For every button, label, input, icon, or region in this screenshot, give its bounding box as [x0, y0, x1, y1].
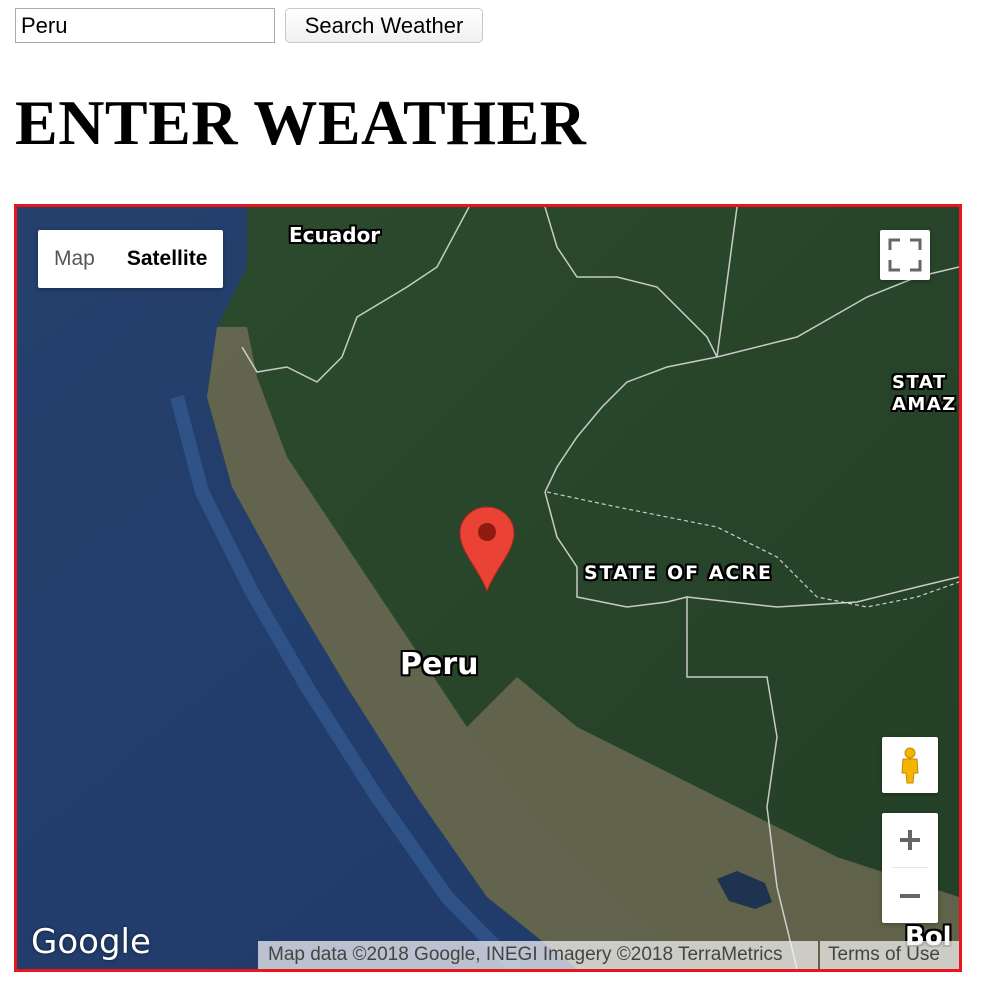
- zoom-divider: [892, 867, 928, 868]
- search-input[interactable]: [15, 8, 275, 43]
- google-logo[interactable]: Google: [31, 922, 151, 962]
- zoom-out-button[interactable]: [882, 869, 938, 923]
- minus-icon: [900, 894, 920, 898]
- zoom-in-button[interactable]: [882, 813, 938, 867]
- map-label-ecuador: Ecuador: [289, 223, 381, 247]
- plus-icon: [900, 830, 920, 850]
- map-attribution: Map data ©2018 Google, INEGI Imagery ©20…: [258, 941, 818, 969]
- map-label-peru: Peru: [400, 647, 479, 682]
- map-label-amazonas: STAT AMAZ: [892, 372, 957, 416]
- zoom-control: [882, 813, 938, 923]
- map-type-control: Map Satellite: [38, 230, 224, 288]
- fullscreen-icon: [888, 238, 922, 272]
- page-title: ENTER WEATHER: [15, 87, 587, 158]
- terms-of-use-link[interactable]: Terms of Use: [820, 941, 959, 969]
- map-type-satellite-button[interactable]: Satellite: [111, 230, 224, 288]
- map-label-amazonas-line1: STAT: [892, 372, 947, 393]
- fullscreen-button[interactable]: [880, 230, 930, 280]
- satellite-map-imagery[interactable]: [17, 207, 959, 969]
- map-container[interactable]: Ecuador STATE OF ACRE Peru STAT AMAZ Bol…: [14, 204, 962, 972]
- map-label-amazonas-line2: AMAZ: [892, 394, 957, 415]
- search-weather-button[interactable]: Search Weather: [285, 8, 483, 43]
- map-type-map-button[interactable]: Map: [38, 230, 111, 288]
- pegman-icon: [901, 747, 919, 784]
- street-view-pegman-button[interactable]: [882, 737, 938, 793]
- map-label-state-of-acre: STATE OF ACRE: [584, 562, 773, 584]
